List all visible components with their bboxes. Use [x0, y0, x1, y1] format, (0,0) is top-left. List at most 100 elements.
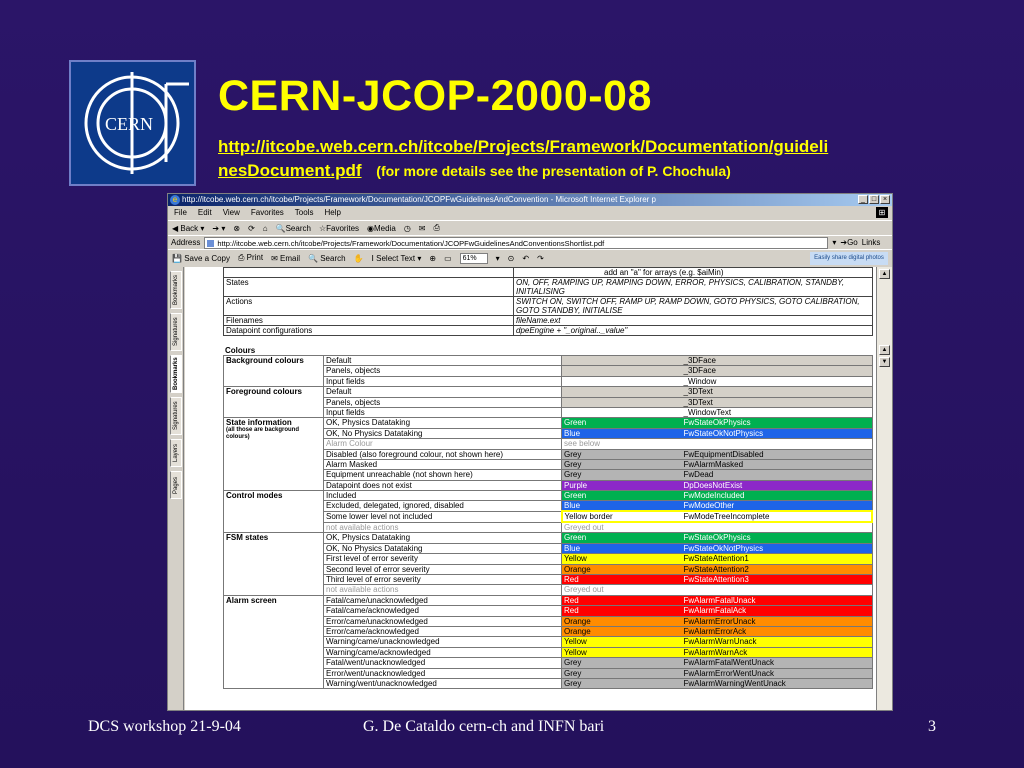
menu-edit[interactable]: Edit [198, 206, 212, 220]
footer-event: DCS workshop 21-9-04 [88, 718, 241, 735]
hand-tool-icon[interactable]: ✋ [354, 254, 364, 263]
colour-usage: Fatal/came/acknowledged [323, 605, 562, 617]
close-icon[interactable]: × [880, 195, 890, 204]
colour-name: FwAlarmWarnUnack [681, 636, 873, 648]
colour-name: FwStateOkNotPhysics [681, 427, 873, 440]
zoom-in-icon[interactable]: ⊕ [429, 254, 436, 263]
footer-page-number: 3 [928, 718, 936, 735]
colour-name: FwAlarmWarnAck [681, 646, 873, 659]
scroll-up-icon[interactable]: ▲ [879, 269, 890, 279]
colour-swatch-label: Purple [561, 479, 682, 492]
colour-usage: Third level of error severity [323, 574, 562, 586]
minimize-icon[interactable]: _ [858, 195, 868, 204]
colour-usage: Panels, objects [323, 365, 562, 377]
menu-favorites[interactable]: Favorites [251, 206, 284, 220]
colour-swatch-label: Blue [561, 542, 682, 555]
redo-icon[interactable]: ↷ [537, 254, 544, 263]
email-button[interactable]: ✉ Email [271, 254, 300, 263]
convention-value: dpeEngine + "_original.._value" [513, 325, 873, 336]
colour-row: Foreground colours Default _3DText [223, 386, 873, 419]
print-icon[interactable]: ⎙ [434, 223, 440, 233]
refresh-icon[interactable]: ⟳ [248, 224, 255, 233]
colour-name: DpDoesNotExist [681, 479, 873, 492]
group-label-text: State information [226, 418, 292, 428]
search-button[interactable]: 🔍Search [276, 224, 311, 233]
mail-icon[interactable]: ✉ [419, 224, 426, 233]
media-button[interactable]: ◉Media [367, 224, 396, 233]
colour-group-label: Control modes [223, 490, 324, 534]
document-link[interactable]: http://itcobe.web.cern.ch/itcobe/Project… [218, 133, 938, 160]
convention-name: Datapoint configurations [223, 325, 514, 336]
acrobat-toolbar: 💾 Save a Copy ⎙ Print ✉ Email 🔍 Search ✋… [168, 249, 892, 266]
menu-view[interactable]: View [223, 206, 240, 220]
zoom-input[interactable]: 61% [459, 252, 488, 264]
address-input[interactable]: http://itcobe.web.cern.ch/itcobe/Project… [204, 236, 829, 249]
back-button[interactable]: ◀ Back ▾ [172, 224, 204, 233]
address-dropdown-icon[interactable]: ▾ [832, 238, 836, 247]
sidebar-tab-bookmarks-active[interactable]: Bookmarks [170, 355, 182, 393]
colour-swatch-label [561, 365, 682, 377]
colour-swatch-label: Grey [561, 677, 682, 690]
home-icon[interactable]: ⌂ [263, 224, 268, 233]
colours-table: Background colours Default _3DFace Panels, … [223, 354, 873, 690]
document-link-line2[interactable]: nesDocument.pdf (for more details see th… [218, 160, 731, 182]
document-link-tail[interactable]: nesDocument.pdf [218, 161, 362, 180]
rotate-icon[interactable]: ⊙ [508, 254, 515, 263]
sidebar-tab-bookmarks[interactable]: Bookmarks [170, 271, 182, 309]
page-view-icon[interactable]: ▭ [444, 254, 452, 263]
scroll-page-down-icon[interactable]: ▼ [879, 357, 890, 367]
sidebar-tab-signatures-2[interactable]: Signatures [170, 397, 182, 435]
colour-usage: not available actions [323, 584, 562, 596]
sidebar-tab-pages[interactable]: Pages [170, 471, 182, 499]
photo-share-banner[interactable]: Easily share digital photos [810, 252, 888, 265]
colour-swatch-label: Grey [561, 469, 682, 481]
colour-name: FwEquipmentDisabled [681, 448, 873, 460]
colour-usage: Disabled (also foreground colour, not sh… [323, 448, 562, 460]
colour-name: FwStateAttention1 [681, 553, 873, 565]
colour-swatch-label: Yellow [561, 636, 682, 648]
sidebar-tab-layers[interactable]: Layers [170, 439, 182, 467]
undo-icon[interactable]: ↶ [522, 254, 529, 263]
colour-group-label: State information (all those are backgrou… [223, 417, 324, 492]
colour-swatch-label: Green [561, 417, 682, 429]
colour-swatch-label: Greyed out [561, 521, 682, 534]
go-button[interactable]: ➔Go [840, 238, 857, 247]
window-title: http://itcobe.web.cern.ch/itcobe/Project… [182, 195, 656, 204]
window-titlebar[interactable]: e http://itcobe.web.cern.ch/itcobe/Proje… [168, 194, 892, 206]
colour-usage: Panels, objects [323, 396, 562, 408]
cern-logo: CERN [69, 60, 196, 186]
menu-tools[interactable]: Tools [295, 206, 314, 220]
zoom-dropdown-icon[interactable]: ▾ [496, 254, 500, 263]
menu-help[interactable]: Help [324, 206, 340, 220]
colour-name: FwStateAttention3 [681, 574, 873, 586]
colour-row: Control modes Included Green FwModeIncluded [223, 490, 873, 534]
group-label-text: Control modes [226, 491, 283, 501]
colour-group-label: Background colours [223, 354, 324, 388]
colour-usage: OK, No Physics Datataking [323, 427, 562, 440]
history-icon[interactable]: ◷ [404, 224, 411, 233]
convention-name: States [223, 277, 514, 297]
print-button[interactable]: ⎙ Print [238, 253, 263, 263]
stop-icon[interactable]: ⊗ [233, 224, 240, 233]
favorites-button[interactable]: ☆Favorites [319, 224, 359, 233]
maximize-icon[interactable]: □ [869, 195, 879, 204]
forward-button[interactable]: ➔ ▾ [212, 224, 225, 233]
colour-row: FSM states OK, Physics Datataking Green FwS… [223, 532, 873, 596]
scroll-page-up-icon[interactable]: ▲ [879, 345, 890, 355]
colour-name [681, 438, 873, 450]
colour-name: FwModeTreeIncomplete [681, 510, 873, 524]
save-copy-button[interactable]: 💾 Save a Copy [172, 254, 230, 263]
colour-name: _Window [681, 375, 873, 388]
select-text-button[interactable]: Ⅰ Select Text ▾ [372, 254, 422, 263]
colour-swatch-label: Grey [561, 657, 682, 669]
address-label: Address [171, 238, 201, 247]
menu-file[interactable]: File [174, 206, 187, 220]
colour-usage: Error/went/unacknowledged [323, 667, 562, 679]
vertical-scrollbar[interactable]: ▲ ▲ ▼ [876, 267, 892, 710]
standard-toolbar: ◀ Back ▾ ➔ ▾ ⊗ ⟳ ⌂ 🔍Search ☆Favorites ◉M… [168, 220, 892, 235]
sidebar-tab-signatures[interactable]: Signatures [170, 313, 182, 351]
colour-row: Alarm screen Fatal/came/unacknowledged Red… [223, 594, 873, 690]
colour-swatch-label: Orange [561, 615, 682, 628]
links-button[interactable]: Links [862, 238, 881, 247]
acrobat-search-button[interactable]: 🔍 Search [308, 254, 346, 263]
